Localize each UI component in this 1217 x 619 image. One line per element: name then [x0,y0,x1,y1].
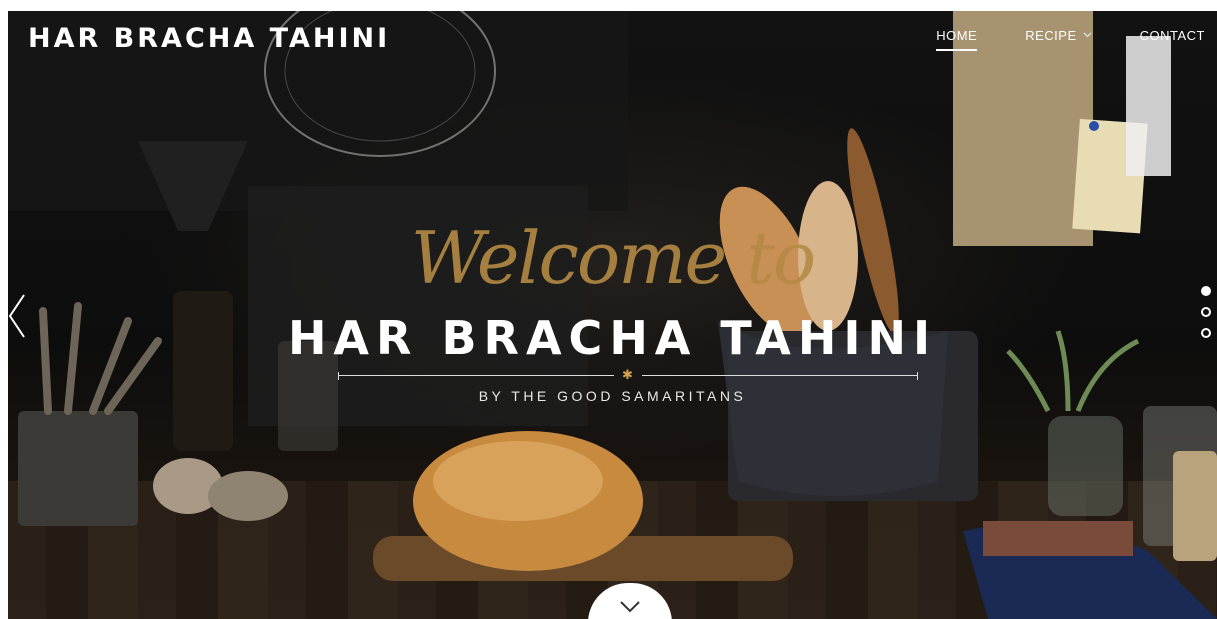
nav-item-label: HOME [936,28,978,43]
divider-cap [917,372,918,380]
hero-title: HAR BRACHA TAHINI [287,311,938,365]
slider-dot-1[interactable] [1201,286,1211,296]
chevron-down-icon [620,601,640,613]
slider-pagination [1201,286,1211,338]
hero-slider: HAR BRACHA TAHINI HOME RECIPE CONTACT We… [8,11,1217,619]
welcome-script-text: Welcome to [410,216,817,300]
nav-item-recipe[interactable]: RECIPE [1025,28,1092,49]
nav-item-home[interactable]: HOME [936,28,978,51]
slider-prev-button[interactable] [8,291,28,341]
main-navigation: HOME RECIPE CONTACT [936,28,1205,51]
slider-dot-3[interactable] [1201,328,1211,338]
chevron-down-icon [1083,30,1092,41]
star-icon: ✱ [622,367,633,382]
divider-cap [338,372,339,380]
nav-item-label: RECIPE [1025,28,1077,43]
nav-item-contact[interactable]: CONTACT [1140,28,1205,49]
chevron-left-icon [8,294,25,338]
divider-line-left [338,375,614,376]
nav-item-label: CONTACT [1139,28,1205,43]
title-divider: ✱ [338,367,918,382]
slider-dot-2[interactable] [1201,307,1211,317]
site-logo[interactable]: HAR BRACHA TAHINI [28,23,390,54]
divider-line-right [642,375,918,376]
hero-subtitle: BY THE GOOD SAMARITANS [478,388,747,404]
